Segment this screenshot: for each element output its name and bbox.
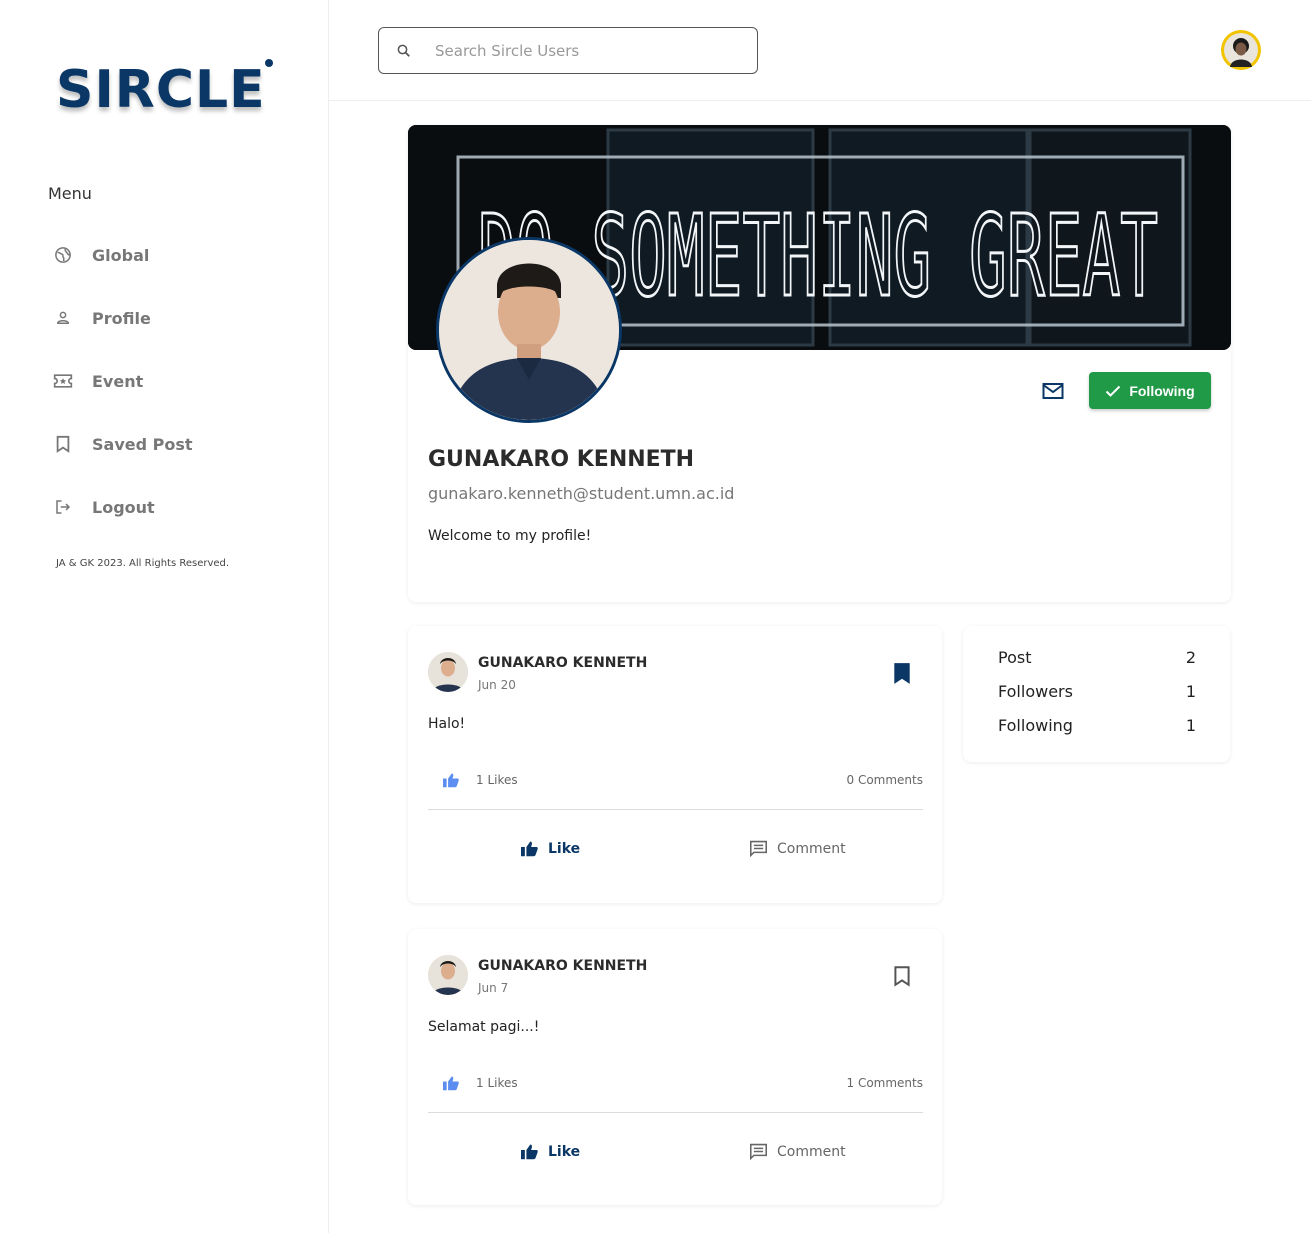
comments-count[interactable]: 1 Comments: [847, 1076, 924, 1090]
post-date: Jun 7: [478, 981, 509, 995]
sidebar-item-label: Saved Post: [92, 434, 193, 454]
post-author[interactable]: GUNAKARO KENNETH: [478, 655, 647, 671]
search-input[interactable]: [435, 41, 735, 60]
bookmark-button[interactable]: [892, 662, 912, 684]
sidebar-item-event[interactable]: Event: [52, 366, 143, 396]
comment-label: Comment: [777, 840, 846, 857]
like-label: Like: [548, 1143, 581, 1160]
sidebar-item-profile[interactable]: Profile: [52, 303, 151, 333]
stat-following[interactable]: Following 1: [998, 716, 1196, 735]
divider: [428, 809, 923, 810]
menu-label: Menu: [48, 184, 92, 203]
avatar-image: [1224, 33, 1258, 67]
thumbs-up-icon: [443, 1076, 459, 1091]
thumbs-up-icon: [521, 1144, 538, 1160]
likes-summary: 1 Likes: [442, 772, 518, 788]
avatar-image: [428, 652, 468, 692]
stat-value: 2: [1185, 648, 1196, 667]
stat-value: 1: [1185, 682, 1196, 701]
sidebar-item-label: Logout: [92, 497, 155, 517]
stat-post[interactable]: Post 2: [998, 648, 1196, 667]
avatar-image: [428, 955, 468, 995]
sidebar-item-label: Event: [92, 371, 144, 391]
likes-count: 1 Likes: [476, 1076, 518, 1090]
globe-icon: [52, 244, 74, 266]
bookmark-icon: [52, 433, 74, 455]
copyright-text: JA & GK 2023. All Rights Reserved.: [56, 558, 230, 569]
comment-button[interactable]: Comment: [749, 1143, 846, 1160]
mail-icon: [1042, 383, 1064, 399]
comments-count[interactable]: 0 Comments: [847, 773, 924, 787]
logout-icon: [52, 496, 74, 518]
logo-dot: [265, 59, 273, 67]
check-icon: [1106, 385, 1121, 397]
post-text: Halo!: [428, 716, 466, 732]
thumbs-up-icon: [521, 841, 538, 857]
app-logo[interactable]: SIRCLE: [56, 60, 266, 120]
stat-value: 1: [1185, 716, 1196, 735]
message-button[interactable]: [1041, 379, 1065, 403]
post-card: GUNAKARO KENNETH Jun 7 Selamat pagi...! …: [408, 929, 942, 1205]
sidebar-item-saved-post[interactable]: Saved Post: [52, 429, 193, 459]
profile-email: gunakaro.kenneth@student.umn.ac.id: [428, 484, 735, 503]
bookmark-button[interactable]: [892, 965, 912, 987]
like-label: Like: [548, 840, 581, 857]
comment-icon: [750, 840, 767, 857]
profile-card: DO SOMETHING GREAT Following GUNAKARO KE…: [408, 125, 1231, 602]
sidebar-item-global[interactable]: Global: [52, 240, 149, 270]
sidebar-item-label: Global: [92, 245, 150, 265]
post-text: Selamat pagi...!: [428, 1019, 540, 1035]
comment-icon: [750, 1143, 767, 1160]
sidebar-item-logout[interactable]: Logout: [52, 492, 155, 522]
search-icon: [395, 42, 413, 60]
post-date: Jun 20: [478, 678, 516, 692]
stat-label: Post: [998, 648, 1032, 667]
post-author-avatar[interactable]: [428, 652, 468, 692]
profile-stats-card: Post 2 Followers 1 Following 1: [963, 626, 1230, 762]
top-bar: [329, 0, 1311, 101]
thumbs-up-icon: [443, 773, 459, 788]
like-button[interactable]: Like: [520, 1143, 580, 1160]
post-card: GUNAKARO KENNETH Jun 20 Halo! 1 Likes 0 …: [408, 626, 942, 903]
stat-label: Followers: [998, 682, 1073, 701]
likes-summary: 1 Likes: [442, 1075, 518, 1091]
comment-button[interactable]: Comment: [749, 840, 846, 857]
profile-bio: Welcome to my profile!: [428, 528, 592, 544]
comment-label: Comment: [777, 1143, 846, 1160]
sidebar: SIRCLE Menu Global Profile Event Saved P…: [0, 0, 329, 1233]
stat-label: Following: [998, 716, 1073, 735]
sidebar-item-label: Profile: [92, 308, 151, 328]
divider: [428, 1112, 923, 1113]
like-button[interactable]: Like: [520, 840, 580, 857]
post-author[interactable]: GUNAKARO KENNETH: [478, 958, 647, 974]
user-avatar[interactable]: [1221, 30, 1261, 70]
profile-photo: [439, 240, 619, 420]
person-icon: [52, 307, 74, 329]
following-button-label: Following: [1129, 382, 1195, 399]
search-box[interactable]: [378, 27, 758, 74]
profile-avatar: [436, 237, 622, 423]
profile-name: GUNAKARO KENNETH: [428, 447, 695, 472]
ticket-icon: [52, 370, 74, 392]
bookmark-outline-icon: [894, 966, 910, 987]
bookmark-filled-icon: [894, 663, 910, 684]
post-author-avatar[interactable]: [428, 955, 468, 995]
likes-count: 1 Likes: [476, 773, 518, 787]
stat-followers[interactable]: Followers 1: [998, 682, 1196, 701]
following-button[interactable]: Following: [1089, 372, 1211, 409]
